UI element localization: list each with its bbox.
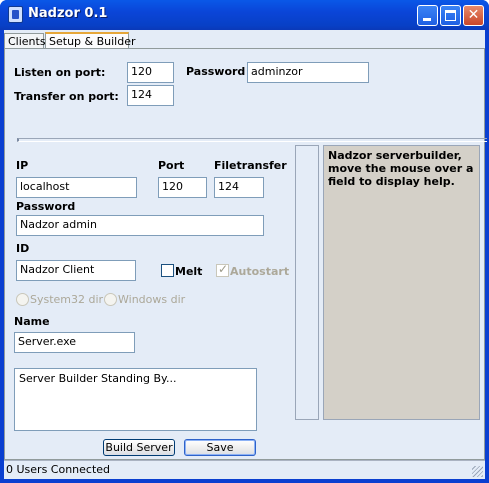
filetransfer-label: Filetransfer: [214, 159, 287, 172]
setup-builder-panel: Listen on port: 120 Password adminzor Tr…: [4, 48, 487, 460]
name-input[interactable]: Server.exe: [14, 332, 135, 353]
id-input[interactable]: Nadzor Client: [16, 260, 136, 281]
status-text: 0 Users Connected: [6, 463, 111, 476]
port-label: Port: [158, 159, 185, 172]
window-title: Nadzor 0.1: [28, 6, 108, 21]
builder-password-input[interactable]: Nadzor admin: [16, 215, 264, 236]
close-icon: ✕: [467, 7, 480, 23]
build-server-button[interactable]: Build Server: [103, 439, 175, 456]
filetransfer-input[interactable]: 124: [214, 177, 264, 198]
name-label: Name: [14, 315, 50, 328]
minimize-icon: [423, 18, 431, 21]
status-bar: 0 Users Connected: [4, 460, 485, 479]
client-area: Clients Setup & Builder Listen on port: …: [4, 30, 487, 479]
separator: [17, 138, 487, 142]
title-bar[interactable]: Nadzor 0.1 ✕: [0, 0, 489, 30]
transfer-port-label: Transfer on port:: [14, 90, 119, 103]
id-label: ID: [16, 242, 30, 255]
windows-dir-radio[interactable]: [104, 293, 117, 306]
minimize-button[interactable]: [417, 5, 438, 26]
system32-label: System32 dir: [30, 293, 104, 306]
builder-log: Server Builder Standing By...: [14, 368, 257, 431]
password-label: Password: [186, 65, 246, 78]
ip-label: IP: [16, 159, 29, 172]
listen-port-label: Listen on port:: [14, 66, 106, 79]
ip-input[interactable]: localhost: [16, 177, 137, 198]
app-icon[interactable]: [8, 6, 23, 23]
maximize-icon: [445, 10, 456, 21]
autostart-label: Autostart: [230, 265, 290, 278]
close-button[interactable]: ✕: [463, 5, 484, 26]
password-input[interactable]: adminzor: [247, 62, 369, 83]
save-button[interactable]: Save: [184, 439, 256, 456]
windows-dir-label: Windows dir: [118, 293, 186, 306]
checkmark-icon: ✓: [218, 262, 229, 276]
help-box: Nadzor serverbuilder, move the mouse ove…: [323, 145, 480, 420]
transfer-port-input[interactable]: 124: [127, 85, 174, 106]
resize-grip-icon[interactable]: [472, 466, 483, 477]
app-window: Nadzor 0.1 ✕ Clients Setup & Builder Lis…: [0, 0, 489, 483]
port-input[interactable]: 120: [158, 177, 207, 198]
system32-radio[interactable]: [16, 293, 29, 306]
melt-label: Melt: [175, 265, 203, 278]
autostart-checkbox[interactable]: ✓: [216, 262, 229, 277]
listen-port-input[interactable]: 120: [127, 62, 174, 83]
builder-password-label: Password: [16, 200, 76, 213]
maximize-button[interactable]: [440, 5, 461, 26]
melt-checkbox[interactable]: [161, 264, 174, 277]
help-side-strip: [295, 145, 319, 420]
